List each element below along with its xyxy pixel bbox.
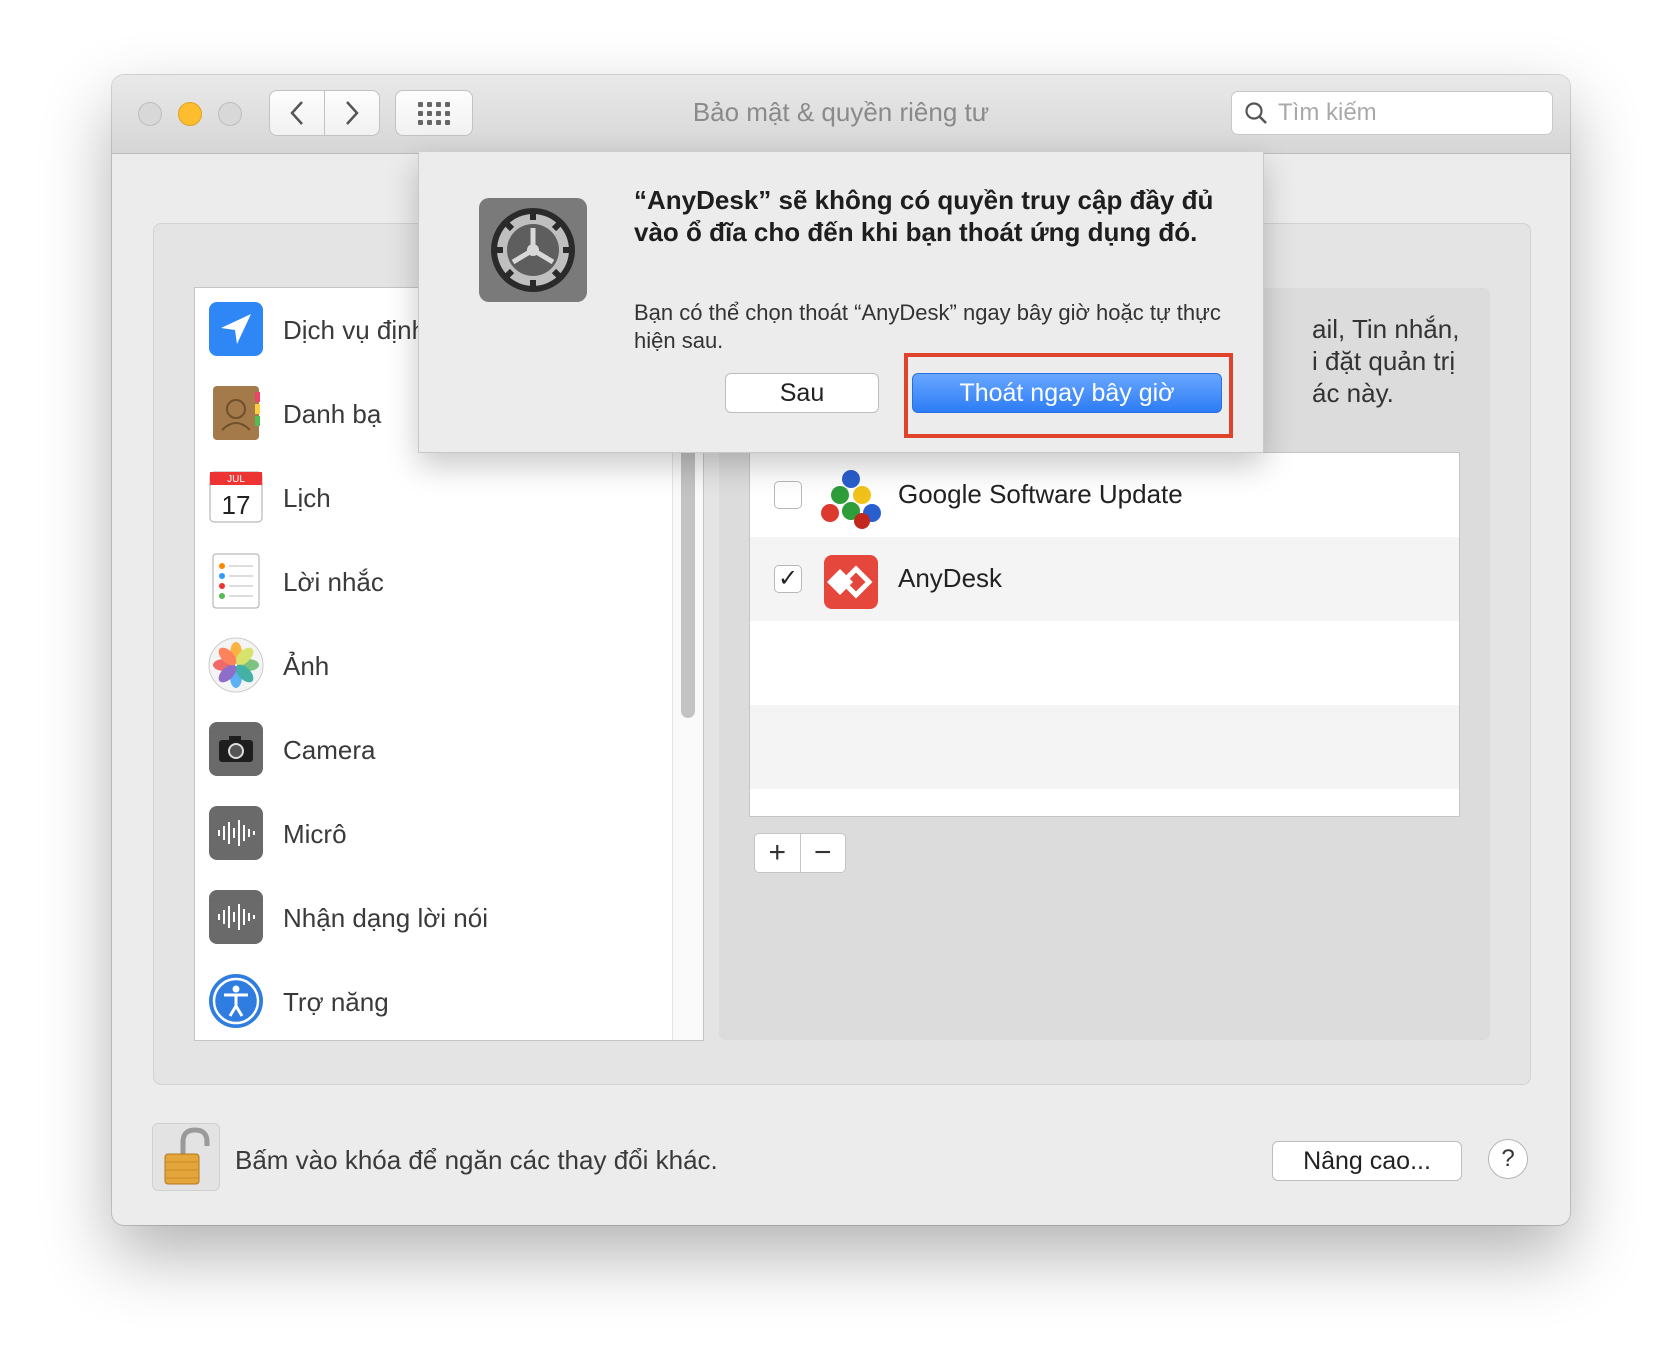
app-name: AnyDesk [898,563,1003,593]
photos-icon [208,637,264,693]
permission-description: ail, Tin nhắn, i đặt quản trị ác này. [1312,313,1562,409]
category-microphone[interactable]: Micrô [195,792,665,876]
help-button[interactable]: ? [1488,1139,1528,1179]
app-list[interactable]: Google Software Update ✓ AnyDesk [749,452,1460,817]
location-icon [209,302,263,356]
calendar-icon: JUL 17 [209,471,263,523]
contacts-icon [213,386,260,440]
category-label: Danh bạ [283,398,382,429]
microphone-icon [209,806,263,860]
lock-button[interactable] [152,1123,220,1191]
add-remove-buttons: + − [754,833,846,873]
app-row-empty [750,705,1459,789]
category-camera[interactable]: Camera [195,708,665,792]
calendar-month: JUL [227,474,245,485]
search-field[interactable] [1231,91,1553,135]
advanced-button[interactable]: Nâng cao... [1272,1141,1462,1181]
remove-app-button[interactable]: − [799,834,846,872]
title-bar: Bảo mật & quyền riêng tư [112,75,1570,154]
dialog-message: Bạn có thể chọn thoát “AnyDesk” ngay bây… [634,300,1221,353]
category-label: Camera [283,734,376,765]
app-row-anydesk[interactable]: ✓ AnyDesk [750,537,1459,621]
app-row-google-software-update[interactable]: Google Software Update [750,453,1459,537]
annotation-highlight-box [904,353,1233,438]
lock-instruction: Bấm vào khóa để ngăn các thay đổi khác. [235,1145,718,1175]
speech-recognition-icon [209,890,263,944]
calendar-day: 17 [222,490,251,520]
app-checkbox-google-software-update[interactable] [774,481,802,509]
search-icon [1245,102,1267,124]
later-button[interactable]: Sau [725,373,879,413]
accessibility-icon [209,974,263,1028]
description-line: ail, Tin nhắn, [1312,314,1460,344]
category-photos[interactable]: Ảnh [195,624,665,708]
app-row-empty [750,621,1459,705]
anydesk-icon [824,555,878,609]
system-preferences-gear-icon [479,198,587,302]
unlocked-padlock-icon [164,1127,210,1185]
category-label: Micrô [283,818,347,849]
category-accessibility[interactable]: Trợ năng [195,960,665,1040]
description-line: i đặt quản trị [1312,346,1456,376]
reminders-icon [212,553,260,609]
category-label: Lời nhắc [283,566,384,597]
add-app-button[interactable]: + [755,834,800,872]
category-calendar[interactable]: JUL 17 Lịch [195,456,665,540]
category-label: Ảnh [283,650,330,681]
search-input[interactable] [1276,98,1530,128]
camera-icon [209,722,263,776]
category-label: Lịch [283,482,331,513]
app-name: Google Software Update [898,479,1183,509]
app-checkbox-anydesk[interactable]: ✓ [774,565,802,593]
category-label: Nhận dạng lời nói [283,902,488,933]
category-speech-recognition[interactable]: Nhận dạng lời nói [195,876,665,960]
google-software-update-icon [821,470,881,529]
category-label: Trợ năng [283,986,389,1017]
category-reminders[interactable]: Lời nhắc [195,540,665,624]
description-line: ác này. [1312,378,1394,408]
dialog-title: “AnyDesk” sẽ không có quyền truy cập đầy… [634,185,1214,247]
